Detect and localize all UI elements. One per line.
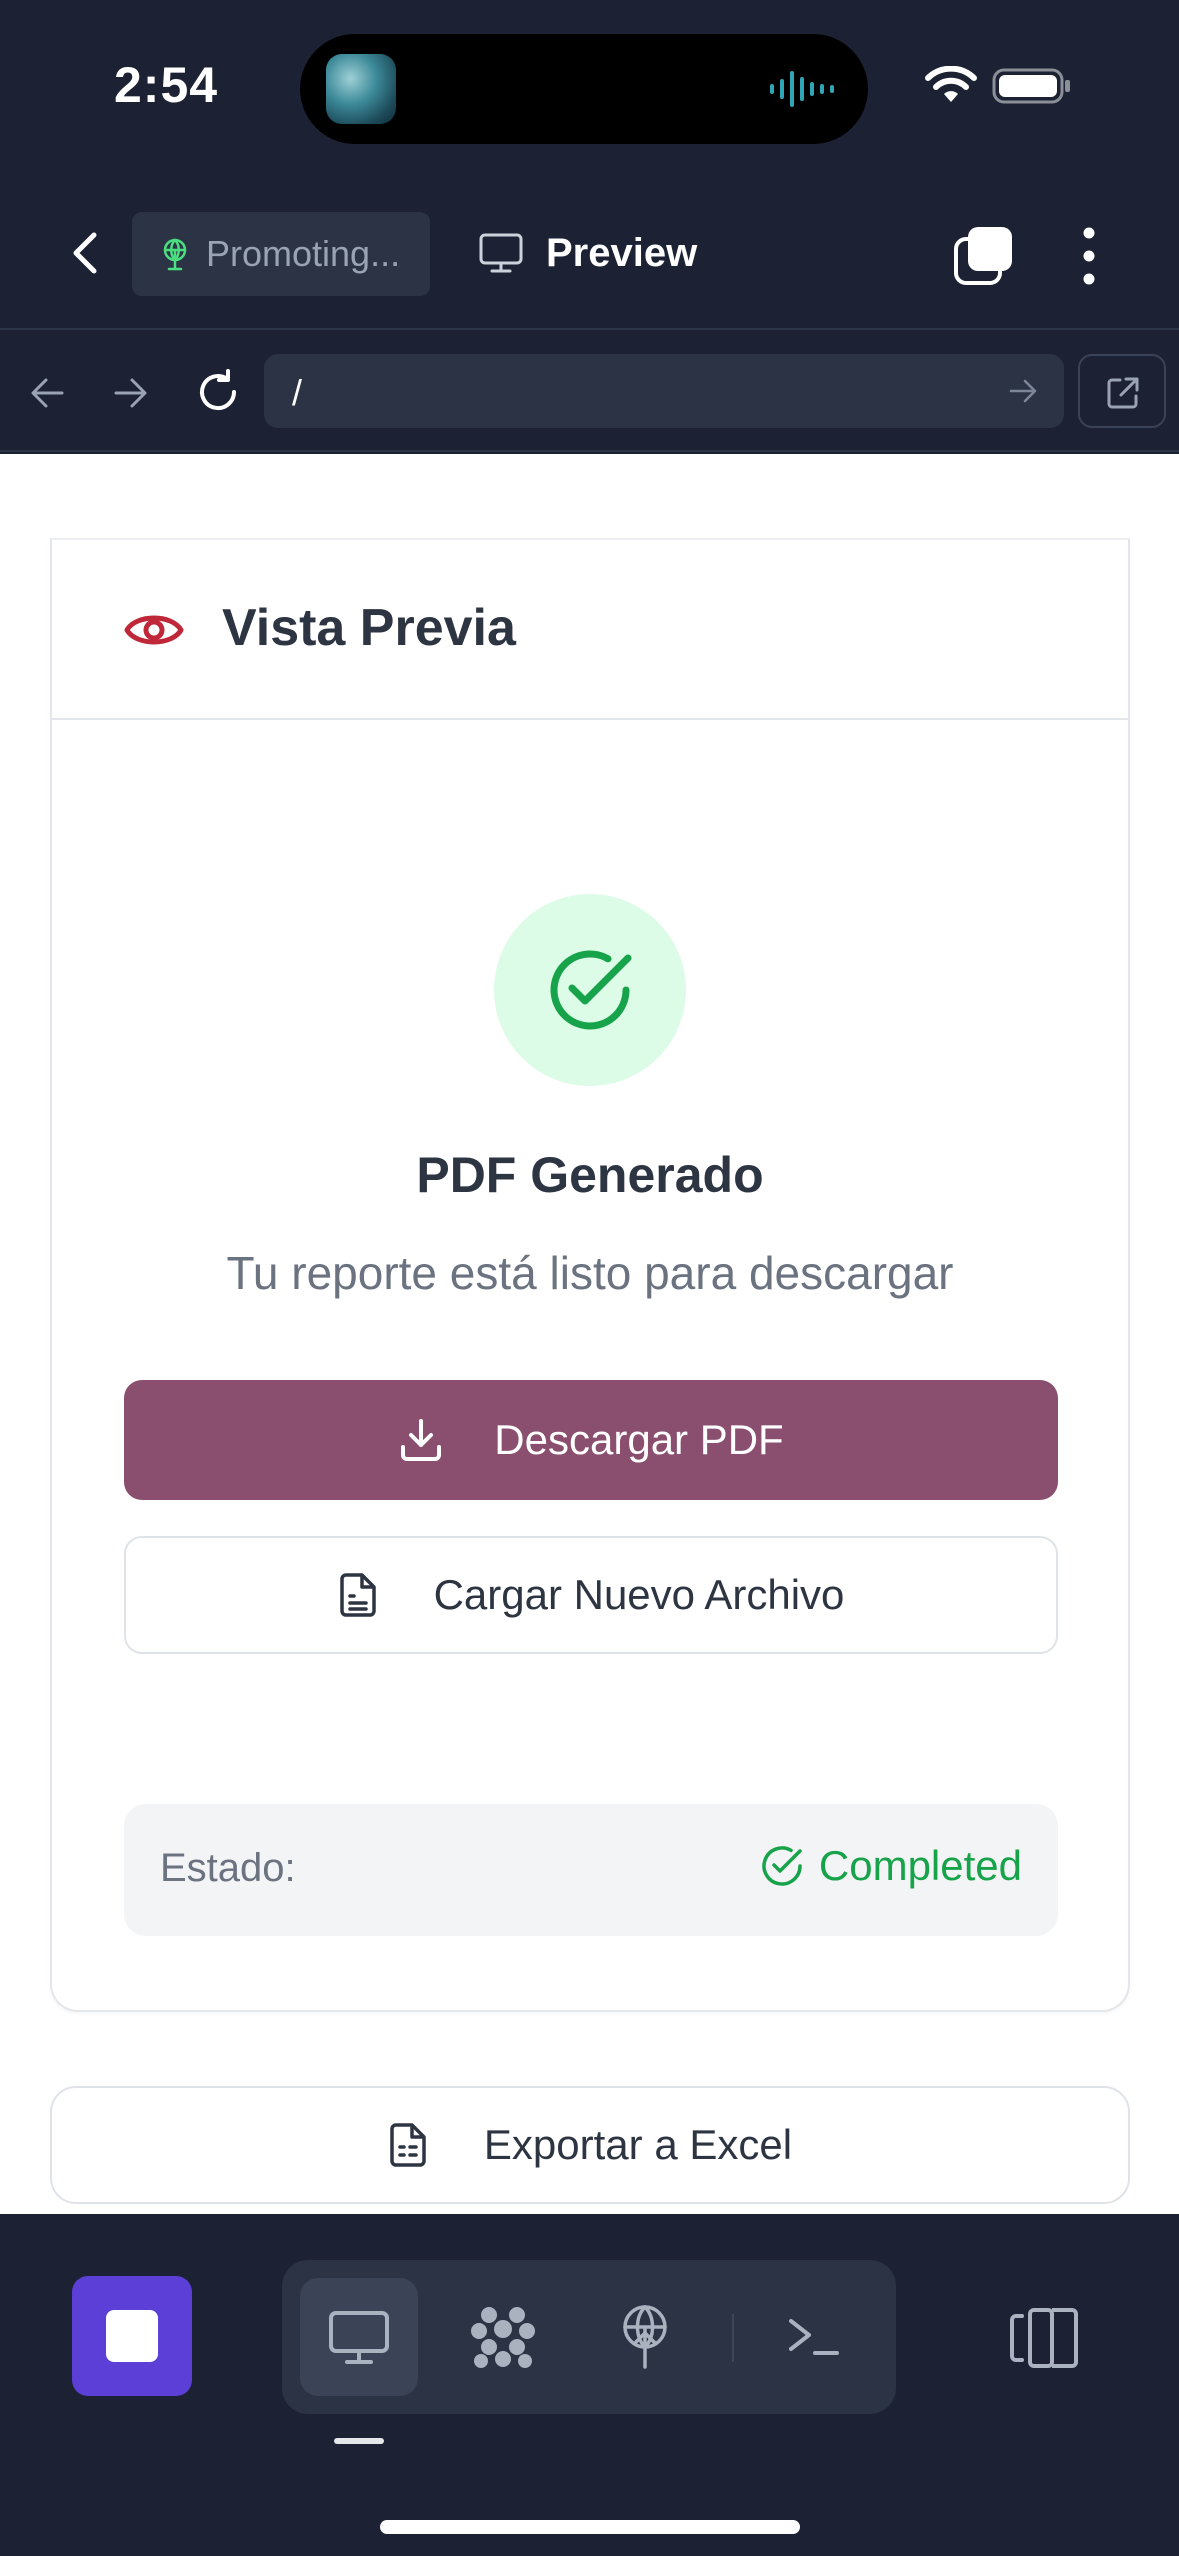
- preview-webview: Vista Previa PDF Generado Tu reporte est…: [0, 454, 1179, 2214]
- home-indicator[interactable]: [380, 2520, 800, 2534]
- audio-wave-icon: [770, 71, 834, 107]
- go-arrow-icon[interactable]: [1006, 374, 1040, 408]
- card-title: Vista Previa: [222, 599, 516, 657]
- reload-icon[interactable]: [194, 368, 242, 416]
- external-link-icon: [1107, 377, 1139, 409]
- preview-card: Vista Previa PDF Generado Tu reporte est…: [50, 538, 1130, 2012]
- download-pdf-button[interactable]: Descargar PDF: [124, 1380, 1058, 1500]
- view-switcher: [282, 2260, 896, 2414]
- toolbar-divider: [732, 2314, 734, 2362]
- battery-icon: [992, 68, 1070, 104]
- status-row: Estado: Completed: [124, 1804, 1058, 1936]
- result-title: PDF Generado: [416, 1147, 764, 1203]
- upload-new-file-label: Cargar Nuevo Archivo: [433, 1571, 845, 1618]
- check-circle-icon: [762, 1846, 802, 1886]
- eye-icon: [124, 615, 184, 645]
- tab-preview[interactable]: Preview: [478, 225, 697, 281]
- export-excel-label: Exportar a Excel: [483, 2121, 793, 2168]
- export-excel-button[interactable]: Exportar a Excel: [50, 2086, 1130, 2204]
- wifi-icon: [925, 66, 977, 102]
- active-view-indicator: [334, 2438, 384, 2444]
- file-icon: [339, 1573, 376, 1617]
- status-time: 2:54: [114, 57, 219, 113]
- open-external-button[interactable]: [1078, 354, 1166, 428]
- status-bar: 2:54: [0, 0, 1179, 175]
- project-chip[interactable]: Promoting...: [132, 212, 430, 296]
- device-toggle-icon[interactable]: [1008, 2306, 1080, 2370]
- antenna-icon: [163, 238, 187, 271]
- desktop-icon: [329, 2311, 389, 2364]
- terminal-icon: [789, 2319, 839, 2355]
- arrow-right-icon[interactable]: [110, 372, 152, 414]
- now-playing-thumbnail: [326, 54, 396, 124]
- tab-preview-label: Preview: [546, 230, 698, 275]
- cluster-icon: [471, 2307, 535, 2368]
- bottom-toolbar: [0, 2214, 1179, 2556]
- back-icon[interactable]: [58, 225, 114, 281]
- deploy-view-button[interactable]: [586, 2278, 704, 2396]
- download-pdf-label: Descargar PDF: [494, 1416, 784, 1463]
- file-spreadsheet-icon: [390, 2123, 426, 2167]
- more-icon[interactable]: [1080, 225, 1098, 287]
- url-input[interactable]: /: [264, 354, 1064, 428]
- terminal-view-button[interactable]: [754, 2278, 872, 2396]
- desktop-view-button[interactable]: [300, 2278, 418, 2396]
- upload-new-file-button[interactable]: Cargar Nuevo Archivo: [124, 1536, 1058, 1654]
- monitor-icon: [479, 233, 523, 273]
- download-icon: [401, 1419, 442, 1461]
- arrow-left-icon[interactable]: [26, 372, 68, 414]
- card-header: Vista Previa: [52, 540, 1128, 720]
- url-text: /: [292, 372, 303, 413]
- result-subtitle: Tu reporte está listo para descargar: [226, 1247, 954, 1299]
- project-chip-label: Promoting...: [206, 233, 401, 274]
- stop-icon: [106, 2310, 158, 2362]
- app-screen: 2:54 Promoting... Preview / Vista Previa…: [0, 0, 1179, 2556]
- dynamic-island[interactable]: [300, 34, 868, 144]
- browser-url-bar: /: [0, 332, 1179, 452]
- windows-icon[interactable]: [952, 225, 1014, 287]
- antenna-icon: [623, 2305, 667, 2369]
- cluster-view-button[interactable]: [444, 2278, 562, 2396]
- app-header: Promoting... Preview: [0, 175, 1179, 330]
- status-badge: Completed: [759, 1842, 1022, 1890]
- check-circle-icon: [550, 950, 632, 1030]
- success-badge: [494, 894, 686, 1086]
- stop-button[interactable]: [72, 2276, 192, 2396]
- status-label: Estado:: [160, 1846, 296, 1890]
- status-value: Completed: [818, 1842, 1022, 1889]
